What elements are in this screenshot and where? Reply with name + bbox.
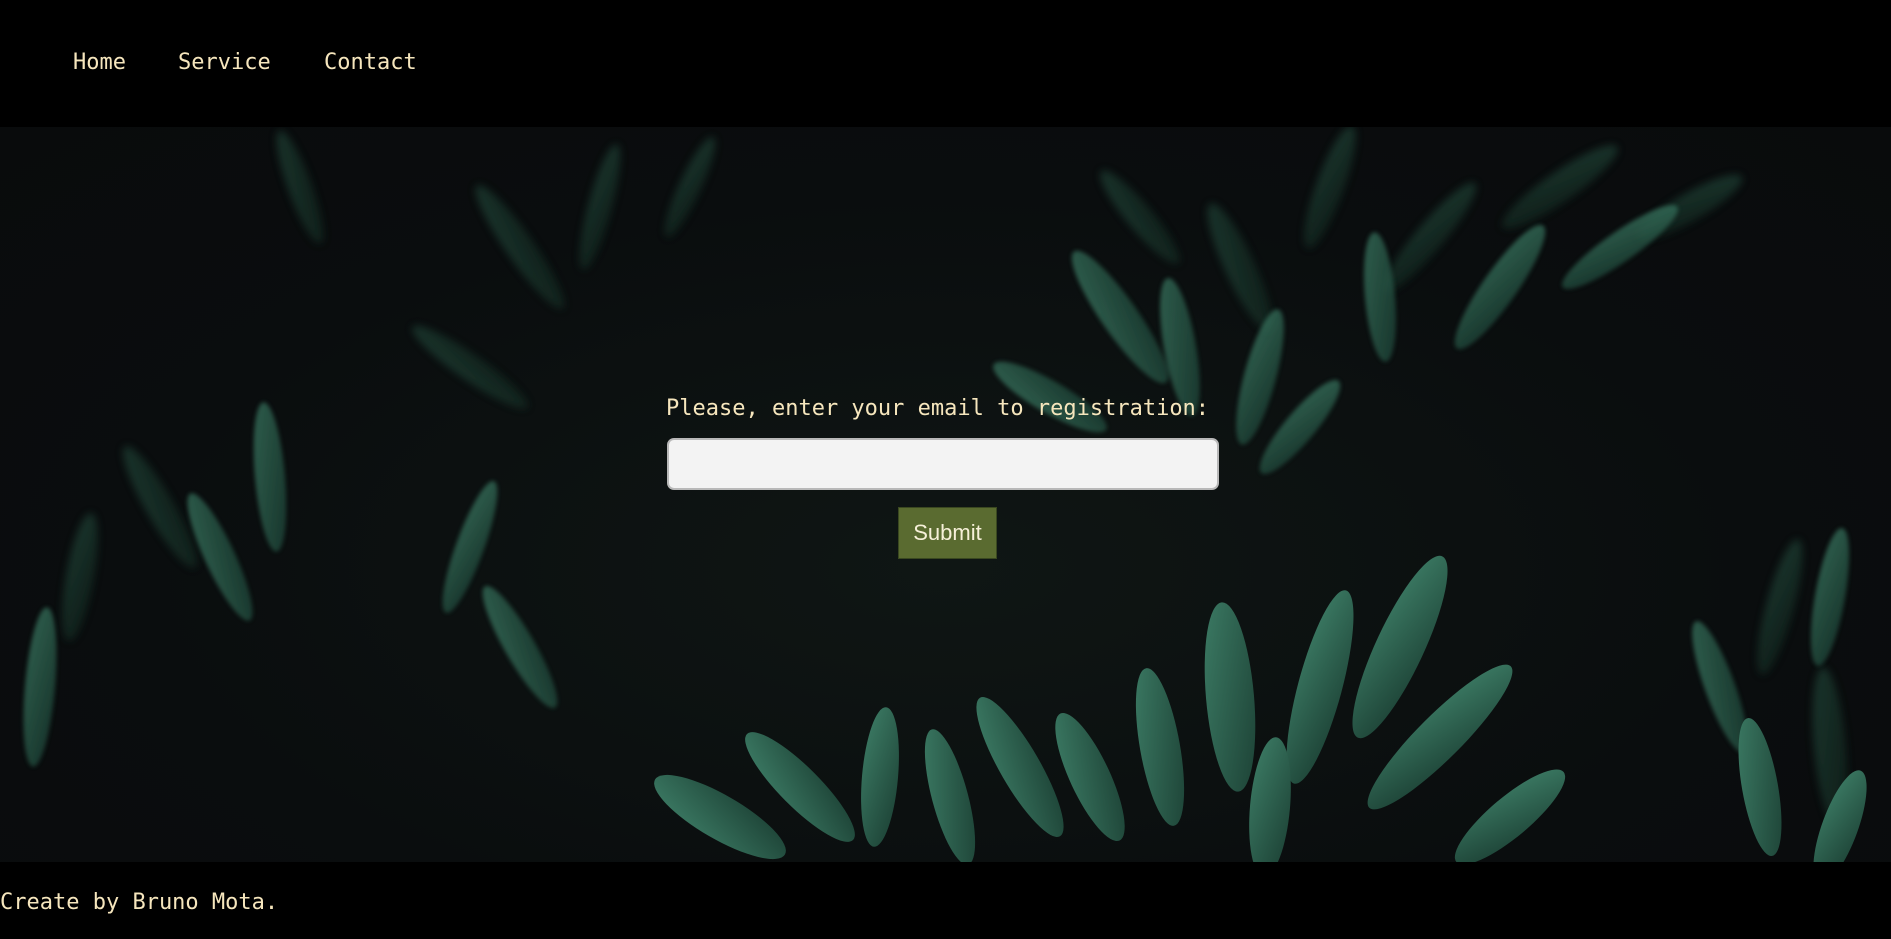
footer: Create by Bruno Mota.	[0, 862, 1891, 939]
nav-home-link[interactable]: Home	[73, 48, 126, 78]
submit-button[interactable]: Submit	[898, 507, 997, 559]
top-navigation: Home Service Contact	[0, 0, 1891, 127]
footer-credit: Create by Bruno Mota.	[0, 890, 279, 915]
nav-contact-link[interactable]: Contact	[324, 48, 417, 78]
hero-section: Please, enter your email to registration…	[0, 127, 1891, 862]
plant-leaves-background-image	[23, 127, 1867, 862]
email-prompt-label: Please, enter your email to registration…	[666, 396, 1210, 421]
nav-service-link[interactable]: Service	[178, 48, 271, 78]
email-input[interactable]	[667, 438, 1219, 490]
